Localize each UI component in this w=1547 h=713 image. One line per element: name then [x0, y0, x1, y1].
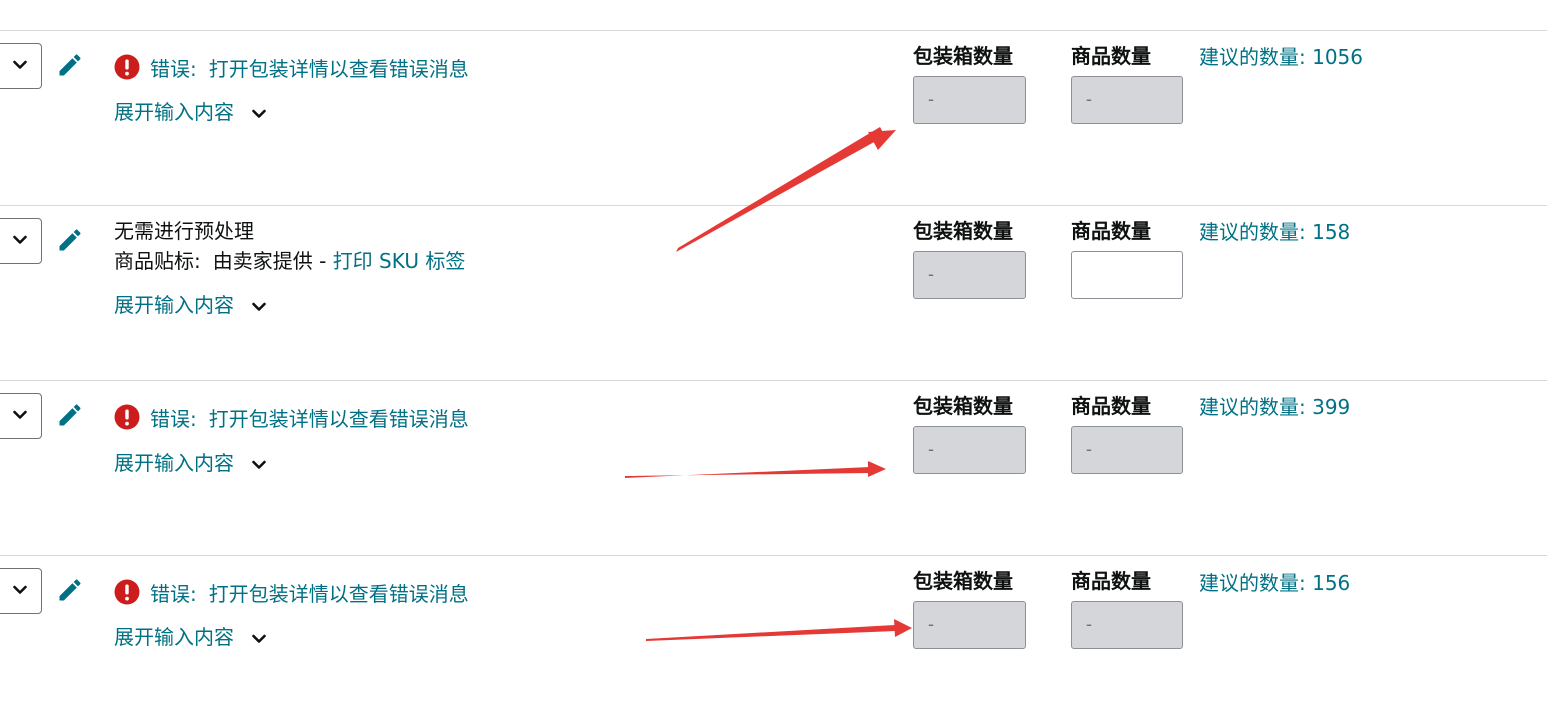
- suggested-quantity-prefix: 建议的数量:: [1199, 45, 1313, 69]
- unit-quantity-input: -: [1071, 426, 1183, 474]
- error-message: 错误: 打开包装详情以查看错误消息: [114, 579, 469, 609]
- row-actions-dropdown[interactable]: [0, 393, 42, 439]
- expand-label: 展开输入内容: [114, 100, 234, 124]
- error-label: 错误:: [150, 57, 197, 81]
- unit-quantity-label: 商品数量: [1071, 219, 1151, 243]
- prep-status-text: 无需进行预处理: [114, 219, 254, 243]
- suggested-quantity: 建议的数量: 156: [1199, 569, 1350, 597]
- chevron-down-icon: [13, 60, 27, 69]
- suggested-quantity: 建议的数量: 158: [1199, 218, 1350, 246]
- error-label: 错误:: [150, 582, 197, 606]
- suggested-quantity-value: 156: [1312, 571, 1351, 595]
- suggested-quantity-value: 399: [1312, 395, 1351, 419]
- chevron-down-icon: [252, 460, 266, 469]
- unit-quantity-input[interactable]: [1071, 251, 1183, 299]
- error-details-link[interactable]: 打开包装详情以查看错误消息: [209, 57, 469, 81]
- suggested-quantity-value: 158: [1312, 220, 1351, 244]
- error-details-link[interactable]: 打开包装详情以查看错误消息: [209, 582, 469, 606]
- box-quantity-input: -: [913, 251, 1026, 299]
- labeling-info: 商品贴标: 由卖家提供 - 打印 SKU 标签: [114, 246, 465, 276]
- suggested-quantity-prefix: 建议的数量:: [1199, 220, 1313, 244]
- box-quantity-label: 包装箱数量: [913, 394, 1013, 418]
- expand-label: 展开输入内容: [114, 293, 234, 317]
- chevron-down-icon: [13, 410, 27, 419]
- suggested-quantity-prefix: 建议的数量:: [1199, 395, 1313, 419]
- item-row: 错误: 打开包装详情以查看错误消息 展开输入内容 包装箱数量 商品数量 - - 建…: [0, 31, 1547, 205]
- unit-quantity-input: -: [1071, 76, 1183, 124]
- suggested-quantity-value: 1056: [1312, 45, 1364, 69]
- expand-inputs-toggle[interactable]: 展开输入内容: [114, 622, 266, 652]
- unit-quantity-label: 商品数量: [1071, 569, 1151, 593]
- error-message: 错误: 打开包装详情以查看错误消息: [114, 404, 469, 434]
- exclamation-circle-icon: [114, 54, 140, 80]
- row-actions-dropdown[interactable]: [0, 218, 42, 264]
- exclamation-circle-icon: [114, 579, 140, 605]
- chevron-down-icon: [13, 585, 27, 594]
- suggested-quantity-prefix: 建议的数量:: [1199, 571, 1313, 595]
- labeling-owner: 由卖家提供 -: [212, 249, 333, 273]
- print-sku-labels-link[interactable]: 打印 SKU 标签: [333, 249, 466, 273]
- box-quantity-label: 包装箱数量: [913, 569, 1013, 593]
- pencil-icon[interactable]: [56, 226, 84, 254]
- box-quantity-label: 包装箱数量: [913, 44, 1013, 68]
- pencil-icon[interactable]: [56, 51, 84, 79]
- expand-inputs-toggle[interactable]: 展开输入内容: [114, 448, 266, 478]
- item-row: 无需进行预处理 商品贴标: 由卖家提供 - 打印 SKU 标签 展开输入内容 包装…: [0, 206, 1547, 380]
- row-actions-dropdown[interactable]: [0, 568, 42, 614]
- error-message: 错误: 打开包装详情以查看错误消息: [114, 54, 469, 84]
- item-row: 错误: 打开包装详情以查看错误消息 展开输入内容 包装箱数量 商品数量 - - 建…: [0, 381, 1547, 555]
- expand-inputs-toggle[interactable]: 展开输入内容: [114, 290, 266, 320]
- chevron-down-icon: [252, 109, 266, 118]
- chevron-down-icon: [252, 302, 266, 311]
- box-quantity-input: -: [913, 601, 1026, 649]
- expand-inputs-toggle[interactable]: 展开输入内容: [114, 97, 266, 127]
- error-details-link[interactable]: 打开包装详情以查看错误消息: [209, 407, 469, 431]
- unit-quantity-label: 商品数量: [1071, 394, 1151, 418]
- row-actions-dropdown[interactable]: [0, 43, 42, 89]
- chevron-down-icon: [252, 634, 266, 643]
- unit-quantity-label: 商品数量: [1071, 44, 1151, 68]
- chevron-down-icon: [13, 235, 27, 244]
- expand-label: 展开输入内容: [114, 625, 234, 649]
- pencil-icon[interactable]: [56, 401, 84, 429]
- unit-quantity-input: -: [1071, 601, 1183, 649]
- suggested-quantity: 建议的数量: 399: [1199, 393, 1350, 421]
- pencil-icon[interactable]: [56, 576, 84, 604]
- item-row: 错误: 打开包装详情以查看错误消息 展开输入内容 包装箱数量 商品数量 - - 建…: [0, 556, 1547, 713]
- box-quantity-input: -: [913, 426, 1026, 474]
- error-label: 错误:: [150, 407, 197, 431]
- exclamation-circle-icon: [114, 404, 140, 430]
- box-quantity-label: 包装箱数量: [913, 219, 1013, 243]
- labeling-prefix: 商品贴标:: [114, 249, 201, 273]
- box-quantity-input: -: [913, 76, 1026, 124]
- expand-label: 展开输入内容: [114, 451, 234, 475]
- suggested-quantity: 建议的数量: 1056: [1199, 43, 1363, 71]
